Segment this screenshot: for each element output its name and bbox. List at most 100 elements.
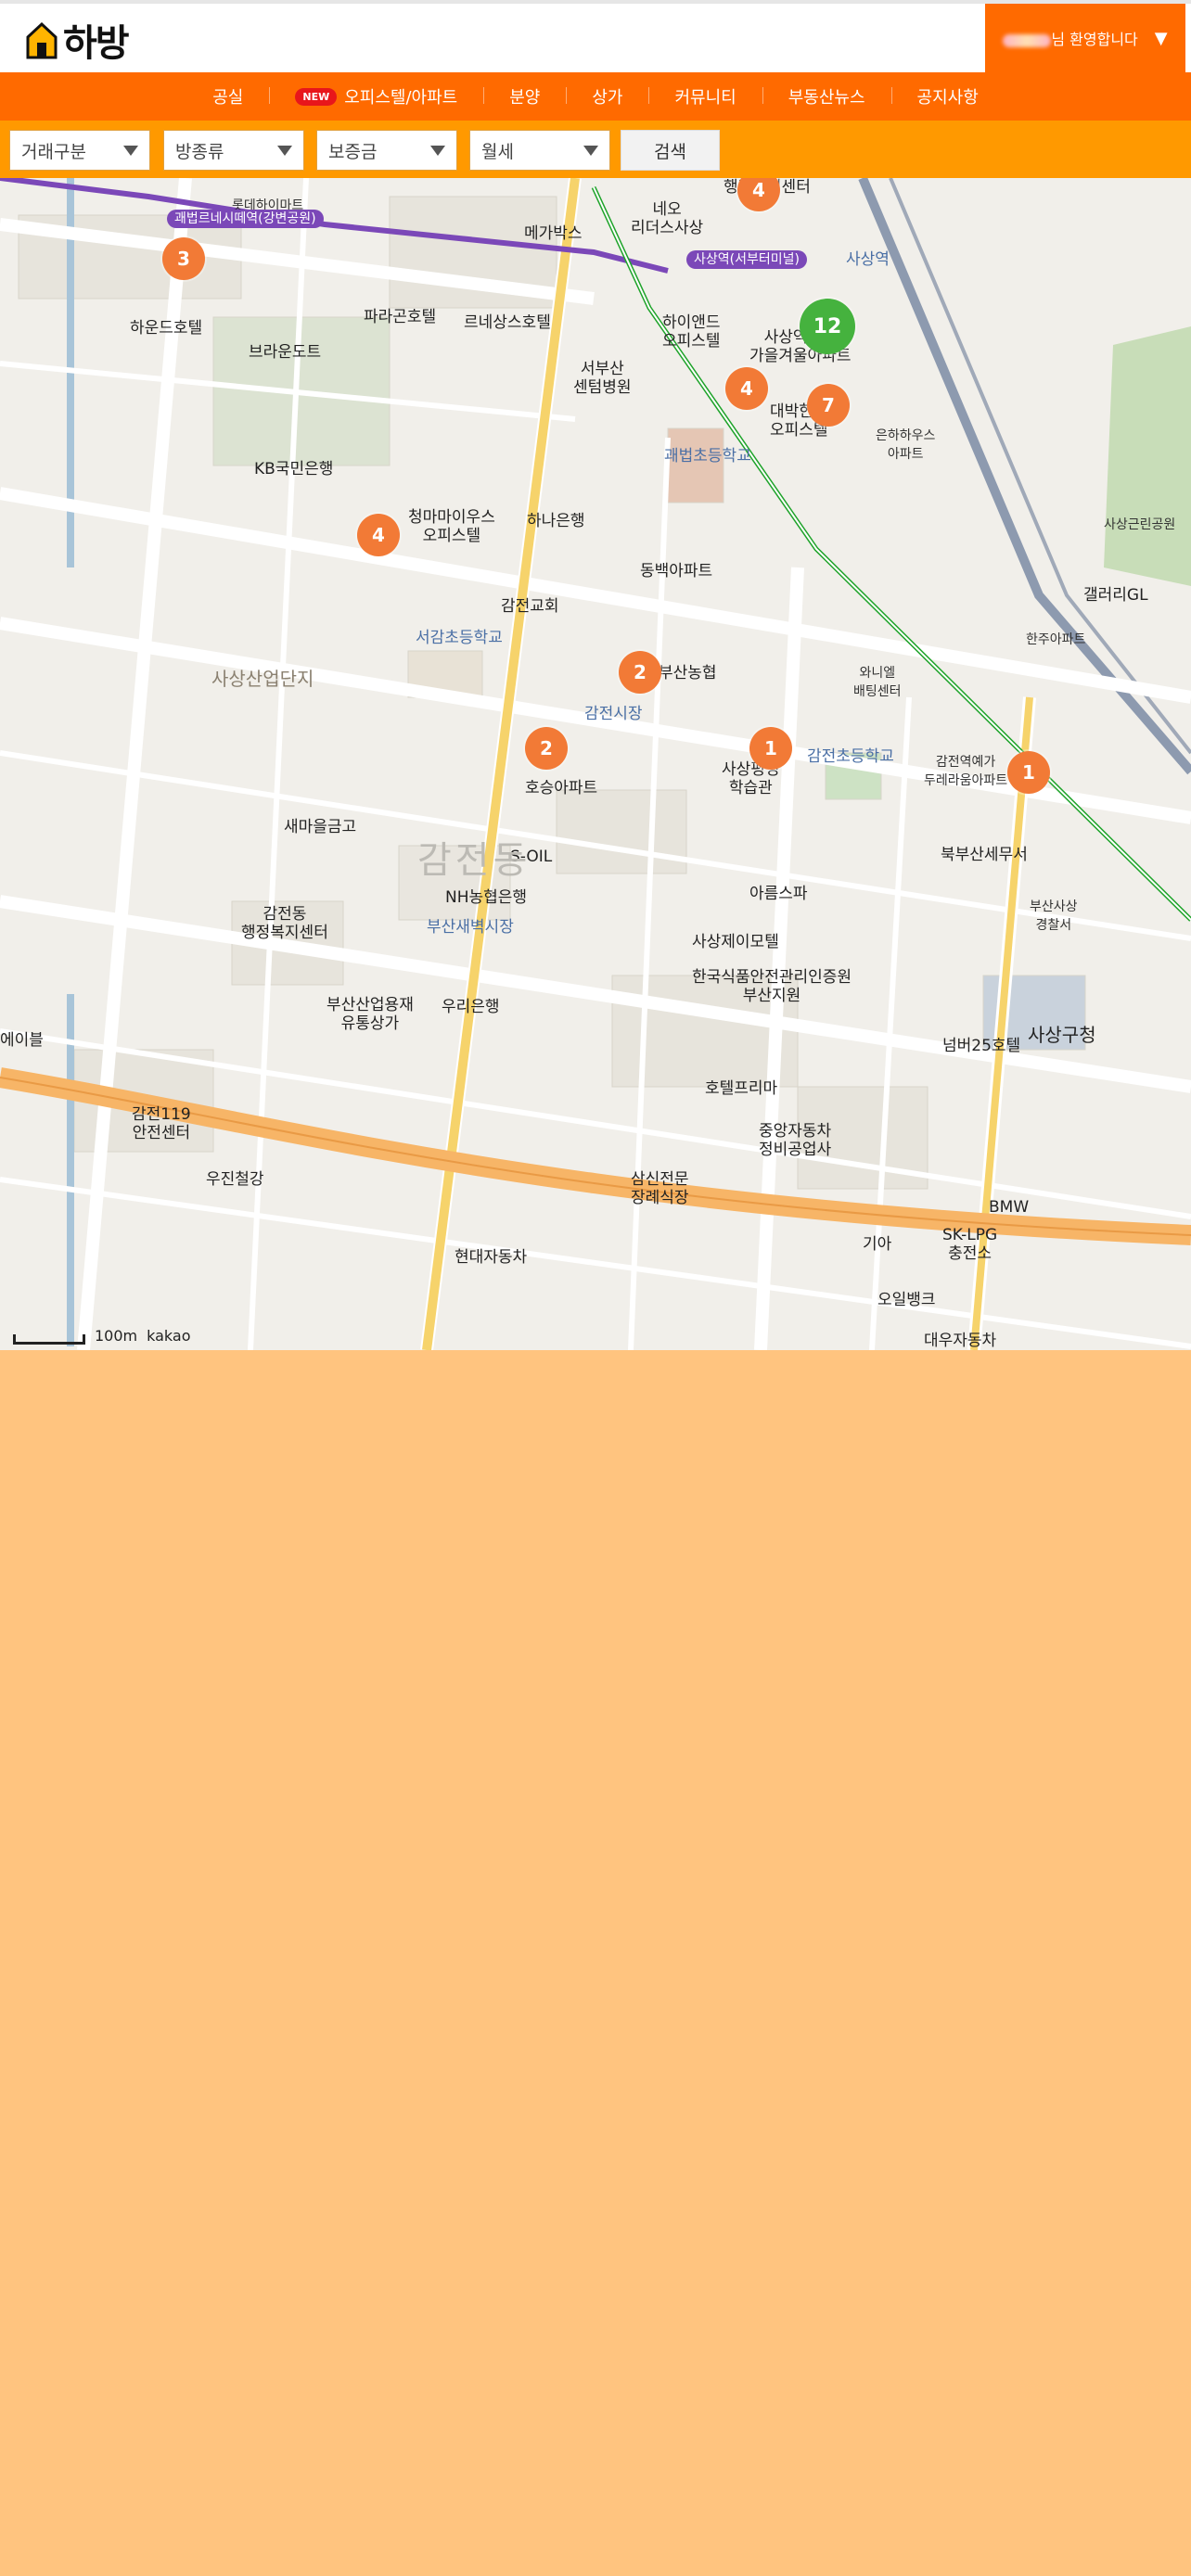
map-label: BMW	[989, 1198, 1030, 1217]
map-label: 부산농협	[659, 664, 717, 682]
map-label: 은하하우스 아파트	[876, 428, 936, 462]
map-label: 북부산세무서	[941, 846, 1028, 864]
user-welcome: 님 환영합니다	[1003, 27, 1138, 49]
map-cluster[interactable]: 1	[749, 727, 792, 770]
map-label: 사상역	[846, 250, 890, 269]
house-icon	[26, 20, 58, 59]
select-label: 방종류	[175, 141, 224, 162]
map-label: 파라곤호텔	[364, 308, 437, 326]
nav-label: 공지사항	[916, 88, 979, 108]
map-cluster[interactable]: 2	[619, 651, 661, 694]
map-label: 사상제이모텔	[692, 933, 779, 951]
main-nav: 공실 NEW 오피스텔/아파트 분양 상가 커뮤니티 부동산뉴스 공지사항	[0, 72, 1191, 121]
map-label: 사상구청	[1028, 1024, 1096, 1046]
map-label: 부산사상 경찰서	[1030, 899, 1078, 933]
map-view[interactable]: 롯데하이마트 메가박스 네오 리더스사상 행정복지센터 사상역 하운드호텔 파라…	[0, 178, 1191, 1350]
deposit-select[interactable]: 보증금	[316, 130, 457, 171]
map-label: 감전교회	[501, 597, 559, 616]
welcome-text: 님 환영합니다	[1051, 31, 1138, 48]
nav-label: 오피스텔/아파트	[344, 88, 458, 108]
user-menu[interactable]: 님 환영합니다 ▼	[985, 4, 1185, 72]
nav-item-officetel[interactable]: NEW 오피스텔/아파트	[269, 84, 483, 108]
select-label: 보증금	[328, 141, 378, 162]
map-label: 감전동 행정복지센터	[241, 905, 328, 942]
station-label: 괘법르네시떼역(강변공원)	[167, 210, 324, 228]
map-label: KB국민은행	[254, 460, 334, 478]
map-label: 서감초등학교	[416, 629, 503, 647]
triangle-down-icon	[123, 146, 138, 156]
map-label: 부산새벽시장	[427, 918, 514, 937]
filter-bar: 거래구분 방종류 보증금 월세 검색	[0, 121, 1191, 178]
select-label: 월세	[481, 141, 514, 162]
map-label: 갤러리GL	[1083, 586, 1148, 605]
triangle-down-icon	[277, 146, 292, 156]
nav-item-presale[interactable]: 분양	[483, 84, 566, 108]
map-label: 하나은행	[527, 512, 585, 530]
map-cluster[interactable]: 1	[1007, 751, 1050, 794]
map-label: 중앙자동차 정비공업사	[759, 1122, 832, 1159]
nav-label: 상가	[592, 88, 623, 108]
map-label: 하운드호텔	[130, 319, 203, 338]
map-label: 감전초등학교	[807, 747, 894, 766]
map-cluster[interactable]: 4	[725, 367, 768, 410]
logo[interactable]: 하방	[26, 17, 130, 65]
map-label: 브라운도트	[249, 343, 322, 362]
nav-label: 공실	[212, 88, 244, 108]
map-label: SK-LPG 충전소	[942, 1226, 998, 1263]
nav-item-notice[interactable]: 공지사항	[890, 84, 1005, 108]
scale-bar	[13, 1334, 85, 1345]
nav-label: 분양	[509, 88, 541, 108]
map-provider: kakao	[147, 1327, 191, 1345]
monthly-rent-select[interactable]: 월세	[469, 130, 610, 171]
map-label: 한주아파트	[1026, 632, 1086, 647]
triangle-down-icon	[430, 146, 445, 156]
map-label: 와니엘 배팅센터	[853, 666, 902, 699]
map-label: 새마을금고	[284, 818, 357, 836]
new-badge: NEW	[295, 87, 338, 106]
map-label: 삼신전문 장례식장	[631, 1170, 689, 1207]
map-label: 부산산업용재 유통상가	[327, 996, 414, 1033]
map-label: 기아	[863, 1235, 892, 1254]
district-label: 감전동	[417, 839, 531, 882]
map-cluster[interactable]: 3	[162, 237, 205, 280]
scale-label: 100m	[95, 1327, 138, 1345]
nav-label: 부동산뉴스	[788, 88, 865, 108]
map-label: 우진철강	[206, 1170, 264, 1189]
deal-type-select[interactable]: 거래구분	[9, 130, 150, 171]
map-label: 감전역예가 두레라움아파트	[924, 755, 1008, 788]
map-label: 아름스파	[749, 885, 808, 903]
map-cluster[interactable]: 7	[807, 384, 850, 427]
map-label: 네오 리더스사상	[631, 200, 704, 237]
map-label: 현대자동차	[455, 1248, 528, 1267]
map-label: 서부산 센텀병원	[573, 360, 632, 397]
map-scale: 100m kakao	[13, 1327, 191, 1345]
triangle-down-icon[interactable]: ▼	[1155, 29, 1168, 48]
map-cluster[interactable]: 12	[800, 299, 855, 354]
nav-item-community[interactable]: 커뮤니티	[648, 84, 762, 108]
map-label: 하이앤드 오피스텔	[662, 313, 721, 351]
select-label: 거래구분	[21, 141, 86, 162]
map-label: 대우자동차	[924, 1332, 997, 1350]
map-label: 호텔프리마	[705, 1079, 778, 1098]
map-label: 르네상스호텔	[464, 313, 551, 332]
logo-text: 하방	[63, 22, 130, 65]
map-label: 감전시장	[584, 705, 643, 723]
triangle-down-icon	[583, 146, 598, 156]
map-label: 호승아파트	[525, 779, 598, 797]
nav-item-news[interactable]: 부동산뉴스	[762, 84, 891, 108]
map-cluster[interactable]: 4	[357, 514, 400, 556]
map-label: 에이블	[0, 1031, 44, 1050]
map-cluster[interactable]: 2	[525, 727, 568, 770]
map-label: 사상산업단지	[211, 668, 314, 690]
nav-item-vacancy[interactable]: 공실	[186, 84, 269, 108]
nav-item-store[interactable]: 상가	[566, 84, 648, 108]
map-label: 동백아파트	[640, 562, 713, 580]
map-label: NH농협은행	[445, 888, 528, 907]
map-label: 오일뱅크	[877, 1291, 936, 1309]
map-label: 우리은행	[442, 998, 500, 1016]
map-label: 한국식품안전관리인증원 부산지원	[692, 968, 852, 1005]
room-type-select[interactable]: 방종류	[163, 130, 304, 171]
nav-label: 커뮤니티	[674, 88, 736, 108]
search-button[interactable]: 검색	[621, 130, 720, 171]
map-label: 넘버25호텔	[942, 1037, 1021, 1055]
